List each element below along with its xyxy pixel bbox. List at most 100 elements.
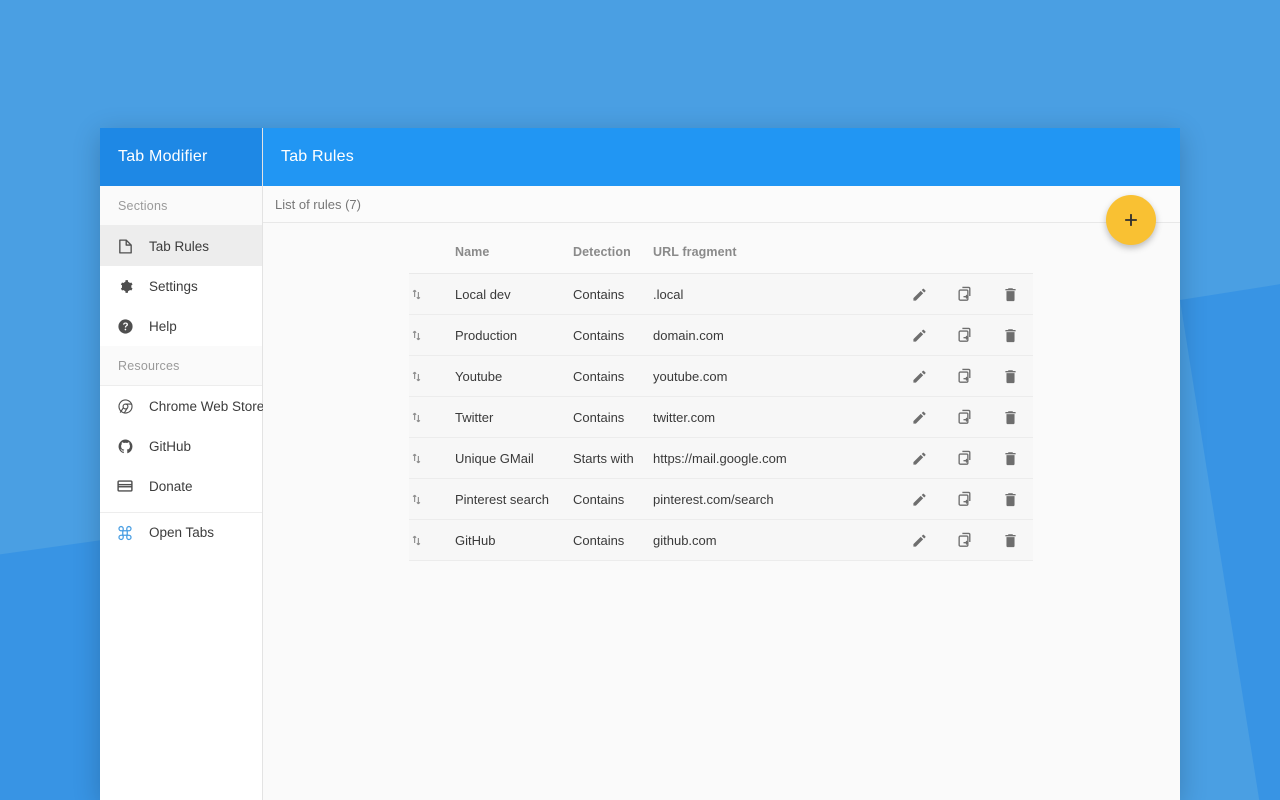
edit-pencil-icon[interactable] xyxy=(911,409,928,426)
sidebar-section-label-resources: Resources xyxy=(100,346,262,386)
sidebar-item-help[interactable]: Help xyxy=(100,306,262,346)
sidebar-item-github[interactable]: GitHub xyxy=(100,426,262,466)
row-name: Pinterest search xyxy=(455,478,573,520)
edit-pencil-icon[interactable] xyxy=(911,286,928,303)
row-detection: Contains xyxy=(573,314,653,356)
trash-icon[interactable] xyxy=(1002,327,1019,344)
sort-handle-icon[interactable] xyxy=(409,287,424,302)
row-actions xyxy=(913,531,1033,549)
row-detection: Contains xyxy=(573,396,653,438)
row-url-fragment: pinterest.com/search xyxy=(653,478,913,520)
row-url-fragment: youtube.com xyxy=(653,355,913,397)
wallpaper-band-right xyxy=(1180,228,1280,800)
row-actions-cell xyxy=(913,355,1033,397)
rules-table: Name Detection URL fragment Local dev Co… xyxy=(409,245,1033,561)
row-sort-handle-cell xyxy=(409,396,455,438)
command-icon xyxy=(114,522,136,544)
sidebar: Tab Modifier Sections Tab Rules Settings… xyxy=(100,128,264,800)
app-window: Tab Modifier Sections Tab Rules Settings… xyxy=(100,128,1180,800)
table-header-row: Name Detection URL fragment xyxy=(409,245,1033,274)
row-detection: Contains xyxy=(573,478,653,520)
table-header: Name Detection URL fragment xyxy=(409,245,1033,274)
table-row[interactable]: Pinterest search Contains pinterest.com/… xyxy=(409,478,1033,520)
edit-pencil-icon[interactable] xyxy=(911,368,928,385)
row-name: GitHub xyxy=(455,519,573,561)
trash-icon[interactable] xyxy=(1002,286,1019,303)
table-row[interactable]: Production Contains domain.com xyxy=(409,314,1033,356)
sidebar-item-settings[interactable]: Settings xyxy=(100,266,262,306)
row-name: Youtube xyxy=(455,355,573,397)
row-actions xyxy=(913,408,1033,426)
github-icon xyxy=(114,435,136,457)
row-sort-handle-cell xyxy=(409,273,455,315)
desktop-background: Tab Modifier Sections Tab Rules Settings… xyxy=(0,0,1280,800)
table-row[interactable]: Unique GMail Starts with https://mail.go… xyxy=(409,437,1033,479)
sidebar-item-chrome-web-store[interactable]: Chrome Web Store xyxy=(100,386,264,426)
row-actions-cell xyxy=(911,478,1033,520)
row-actions xyxy=(913,326,1033,344)
chrome-icon xyxy=(114,395,136,417)
sort-handle-icon[interactable] xyxy=(409,369,424,384)
table-row[interactable]: Twitter Contains twitter.com xyxy=(409,396,1033,438)
sidebar-item-label: Tab Rules xyxy=(149,238,210,254)
row-actions xyxy=(913,449,1033,467)
row-detection: Contains xyxy=(573,519,653,561)
row-actions xyxy=(913,285,1033,303)
table-body: Local dev Contains .local Production Con… xyxy=(409,273,1033,561)
table-row[interactable]: Local dev Contains .local xyxy=(409,273,1033,315)
trash-icon[interactable] xyxy=(1002,532,1019,549)
sidebar-item-tab-rules[interactable]: Tab Rules xyxy=(100,226,262,266)
edit-pencil-icon[interactable] xyxy=(911,450,928,467)
row-url-fragment: domain.com xyxy=(653,314,913,356)
sort-handle-icon[interactable] xyxy=(409,328,424,343)
duplicate-icon[interactable] xyxy=(956,490,974,508)
row-url-fragment: https://mail.google.com xyxy=(653,437,913,479)
duplicate-icon[interactable] xyxy=(956,367,974,385)
column-header-detection: Detection xyxy=(573,245,653,274)
row-name: Production xyxy=(455,314,573,356)
edit-pencil-icon[interactable] xyxy=(911,532,928,549)
row-url-fragment: github.com xyxy=(653,519,913,561)
table-row[interactable]: GitHub Contains github.com xyxy=(409,519,1033,561)
page-icon xyxy=(114,235,136,257)
help-circle-icon xyxy=(114,315,136,337)
sidebar-item-open-tabs[interactable]: Open Tabs xyxy=(100,512,262,552)
sort-handle-icon[interactable] xyxy=(409,410,424,425)
sidebar-item-label: Settings xyxy=(149,278,198,294)
row-sort-handle-cell xyxy=(409,437,455,479)
row-detection: Starts with xyxy=(573,437,653,479)
row-url-fragment: .local xyxy=(653,273,913,315)
add-rule-button[interactable] xyxy=(1106,195,1156,245)
sort-handle-icon[interactable] xyxy=(409,492,424,507)
duplicate-icon[interactable] xyxy=(956,326,974,344)
row-actions xyxy=(913,367,1033,385)
gear-icon xyxy=(114,275,136,297)
table-row[interactable]: Youtube Contains youtube.com xyxy=(409,355,1033,397)
row-sort-handle-cell xyxy=(409,314,455,356)
sidebar-item-label: Help xyxy=(149,318,177,334)
row-sort-handle-cell xyxy=(409,355,455,397)
column-header-actions xyxy=(913,245,1033,274)
sidebar-item-donate[interactable]: Donate xyxy=(100,466,262,506)
duplicate-icon[interactable] xyxy=(956,408,974,426)
main-panel: Tab Rules List of rules (7) Name Detecti… xyxy=(263,128,1180,800)
trash-icon[interactable] xyxy=(1002,368,1019,385)
row-sort-handle-cell xyxy=(409,478,455,520)
sort-handle-icon[interactable] xyxy=(409,533,424,548)
duplicate-icon[interactable] xyxy=(956,531,974,549)
trash-icon[interactable] xyxy=(1002,450,1019,467)
row-actions-cell xyxy=(913,396,1033,438)
row-actions-cell xyxy=(913,519,1033,561)
trash-icon[interactable] xyxy=(1002,409,1019,426)
page-title: Tab Rules xyxy=(263,128,1180,186)
sidebar-section-label-sections: Sections xyxy=(100,186,262,226)
duplicate-icon[interactable] xyxy=(956,449,974,467)
sidebar-title: Tab Modifier xyxy=(100,128,262,186)
edit-pencil-icon[interactable] xyxy=(911,327,928,344)
column-header-url-fragment: URL fragment xyxy=(653,245,913,274)
sort-handle-icon[interactable] xyxy=(409,451,424,466)
duplicate-icon[interactable] xyxy=(956,285,974,303)
edit-pencil-icon[interactable] xyxy=(911,491,928,508)
trash-icon[interactable] xyxy=(1002,491,1019,508)
sidebar-item-label: Donate xyxy=(149,478,193,494)
